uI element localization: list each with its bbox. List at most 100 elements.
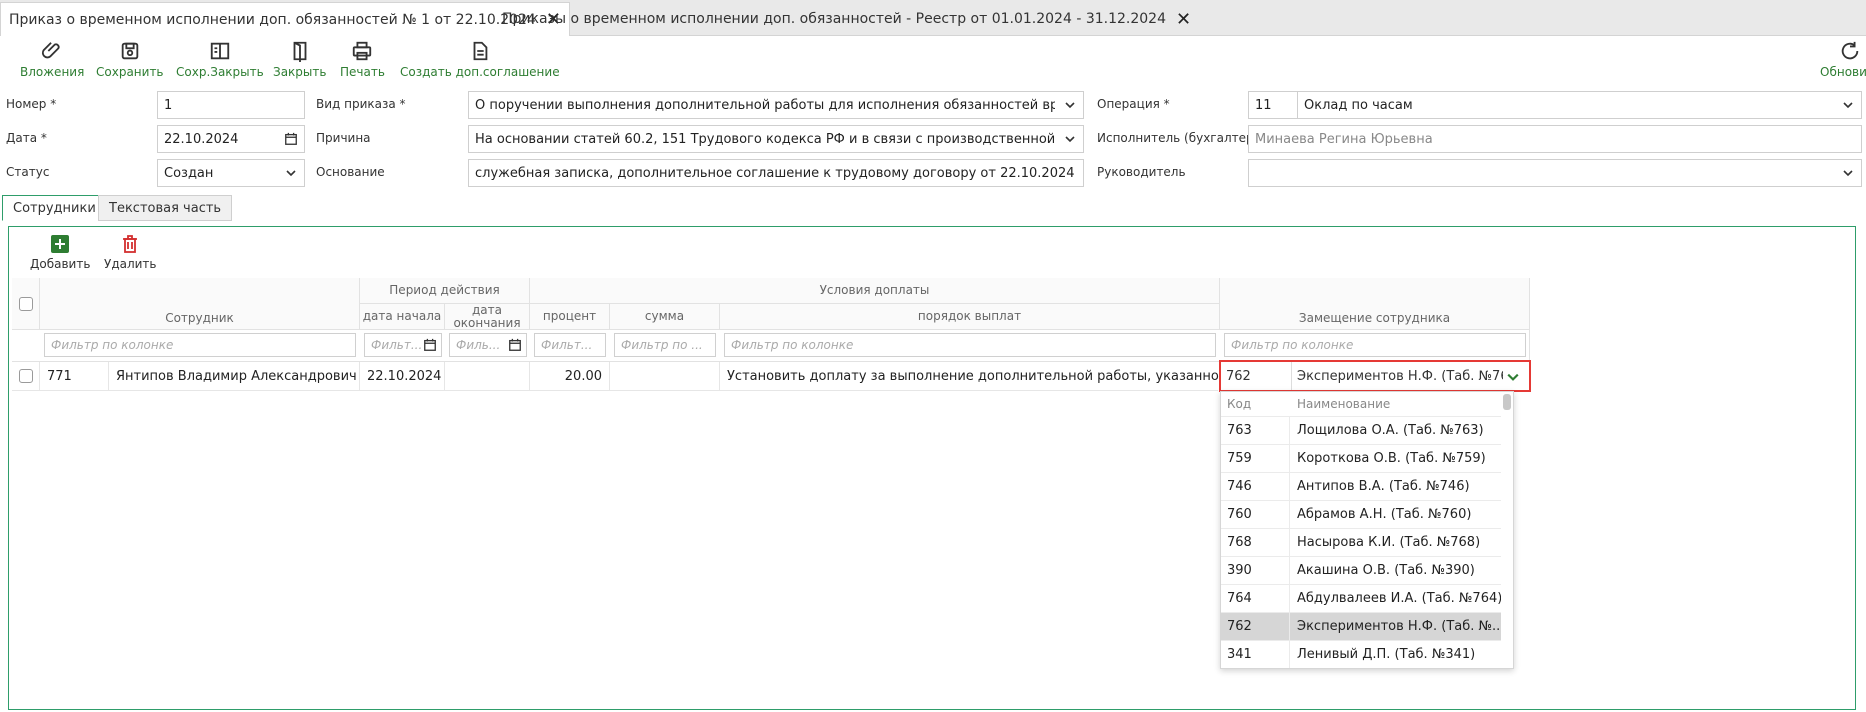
payment-order-header[interactable]: порядок выплат [720,304,1220,330]
chevron-down-icon [1065,136,1075,143]
tab-text-part[interactable]: Текстовая часть [98,195,233,221]
basis-field[interactable]: служебная записка, дополнительное соглаш… [468,159,1084,187]
plus-icon [51,235,70,253]
operation-code-value: 11 [1255,97,1272,113]
executor-field[interactable]: Минаева Регина Юрьевна [1248,125,1862,153]
calendar-icon[interactable] [508,338,522,352]
date-start-header[interactable]: дата начала [360,304,445,330]
dropdown-item[interactable]: 768 Насырова К.И. (Таб. №768) [1221,528,1501,556]
period-header: Период действия [360,278,530,304]
close-icon[interactable]: ✕ [1176,9,1191,30]
payment-order-cell[interactable]: Установить доплату за выполнение дополни… [720,362,1220,390]
row-select-cell [12,362,40,390]
dropdown-item[interactable]: 764 Абдулвалеев И.А. (Таб. №764) [1221,584,1501,612]
tab-orders-registry[interactable]: Приказы о временном исполнении доп. обяз… [494,2,1199,36]
chevron-down-icon[interactable] [1507,371,1519,383]
calendar-icon[interactable] [284,132,298,146]
dropdown-item[interactable]: 390 Акашина О.В. (Таб. №390) [1221,556,1501,584]
save-close-label: Сохр.Закрыть [176,65,264,79]
employee-filter-input[interactable]: Фильтр по колонке [44,333,356,357]
conditions-header: Условия доплаты [530,278,1220,304]
dropdown-item-code: 759 [1221,445,1290,472]
basis-label: Основание [316,165,385,179]
save-button[interactable]: Сохранить [96,40,164,79]
operation-select[interactable]: Оклад по часам [1297,91,1862,119]
dropdown-item-name: Абдулвалеев И.А. (Таб. №764) [1297,591,1501,606]
reason-select[interactable]: На основании статей 60.2, 151 Трудового … [468,125,1084,153]
date-end-filter-input[interactable]: Филь... [449,333,527,357]
tab-order-document[interactable]: Приказ о временном исполнении доп. обяза… [0,2,570,36]
date-field[interactable]: 22.10.2024 [157,125,305,153]
dropdown-item[interactable]: 763 Лощилова О.А. (Таб. №763) [1221,416,1501,444]
print-label: Печать [340,65,385,79]
document-tab-bar: Приказ о временном исполнении доп. обяза… [0,0,1866,36]
order-type-value: О поручении выполнения дополнительной ра… [475,97,1055,113]
dropdown-item-name: Антипов В.А. (Таб. №746) [1297,479,1470,494]
row-checkbox[interactable] [18,369,33,383]
refresh-button[interactable]: Обновить [1820,40,1866,79]
dropdown-item-code: 760 [1221,501,1290,528]
refresh-icon [1842,41,1859,60]
dropdown-item-code: 763 [1221,417,1290,444]
employee-name-cell[interactable]: Янтипов Владимир Александрович [109,362,360,390]
replacement-lookup-field[interactable]: 762 Экспериментов Н.Ф. (Таб. №762) [1219,360,1531,392]
operation-code-field[interactable]: 11 [1248,91,1298,119]
percent-cell[interactable]: 20.00 [530,362,610,390]
close-button[interactable]: Закрыть [273,40,326,79]
sum-cell[interactable] [610,362,720,390]
tab-employees[interactable]: Сотрудники [2,195,107,221]
dropdown-item[interactable]: 760 Абрамов А.Н. (Таб. №760) [1221,500,1501,528]
row-divider [12,390,1218,391]
calendar-icon[interactable] [423,338,437,352]
date-start-filter-input[interactable]: Фильт... [364,333,442,357]
employee-code-cell[interactable]: 771 [40,362,109,390]
sum-filter-input[interactable]: Фильтр по ... [614,333,716,357]
dropdown-item-code: 768 [1221,529,1290,556]
print-button[interactable]: Печать [340,40,385,79]
select-all-checkbox[interactable] [18,296,33,311]
order-type-select[interactable]: О поручении выполнения дополнительной ра… [468,91,1084,119]
delete-row-button[interactable]: Удалить [104,234,157,271]
dropdown-scrollbar[interactable] [1503,394,1511,410]
percent-filter-input[interactable]: Фильт... [534,333,606,357]
percent-header[interactable]: процент [530,304,610,330]
replacement-header[interactable]: Замещение сотрудника [1220,278,1530,330]
dropdown-item-name: Ленивый Д.П. (Таб. №341) [1297,647,1476,662]
close-label: Закрыть [273,65,327,79]
filter-placeholder: Фильтр по колонке [51,338,174,352]
refresh-label: Обновить [1820,65,1866,79]
main-toolbar: Вложения Сохранить Сохр.Закрыть Закрыть … [0,36,1866,84]
dropdown-item-code: 390 [1221,557,1290,584]
number-field[interactable]: 1 [157,91,305,119]
chevron-down-icon [1843,102,1853,109]
attachments-button[interactable]: Вложения [20,40,84,79]
add-row-button[interactable]: Добавить [30,234,90,271]
dropdown-item[interactable]: 759 Короткова О.В. (Таб. №759) [1221,444,1501,472]
replacement-filter-input[interactable]: Фильтр по колонке [1224,333,1526,357]
executor-value: Минаева Регина Юрьевна [1255,131,1433,147]
date-start-cell[interactable]: 22.10.2024 [360,362,445,390]
dropdown-item-name: Лощилова О.А. (Таб. №763) [1297,423,1484,438]
lookup-name[interactable]: Экспериментов Н.Ф. (Таб. №762) [1293,362,1503,390]
filter-placeholder: Фильт... [371,338,423,352]
select-all-cell [12,278,40,330]
employee-header[interactable]: Сотрудник [40,278,360,330]
date-end-header[interactable]: дата окончания [445,304,530,330]
dropdown-item[interactable]: 762 Экспериментов Н.Ф. (Таб. №... [1221,612,1501,640]
printer-icon [353,41,372,61]
manager-select[interactable] [1248,159,1862,187]
lookup-code[interactable]: 762 [1221,362,1292,390]
dropdown-item[interactable]: 341 Ленивый Д.П. (Таб. №341) [1221,640,1501,668]
dropdown-item[interactable]: 746 Антипов В.А. (Таб. №746) [1221,472,1501,500]
date-end-cell[interactable] [445,362,530,390]
dropdown-item-code: 762 [1221,613,1290,640]
payment-order-filter-input[interactable]: Фильтр по колонке [724,333,1216,357]
number-label: Номер * [6,97,57,111]
status-select[interactable]: Создан [157,159,305,187]
save-close-button[interactable]: Сохр.Закрыть [176,40,264,79]
dropdown-item-name: Короткова О.В. (Таб. №759) [1297,451,1486,466]
dropdown-item-name: Насырова К.И. (Таб. №768) [1297,535,1481,550]
create-agreement-button[interactable]: Создать доп.соглашение [400,40,560,79]
reason-label: Причина [316,131,371,145]
sum-header[interactable]: сумма [610,304,720,330]
